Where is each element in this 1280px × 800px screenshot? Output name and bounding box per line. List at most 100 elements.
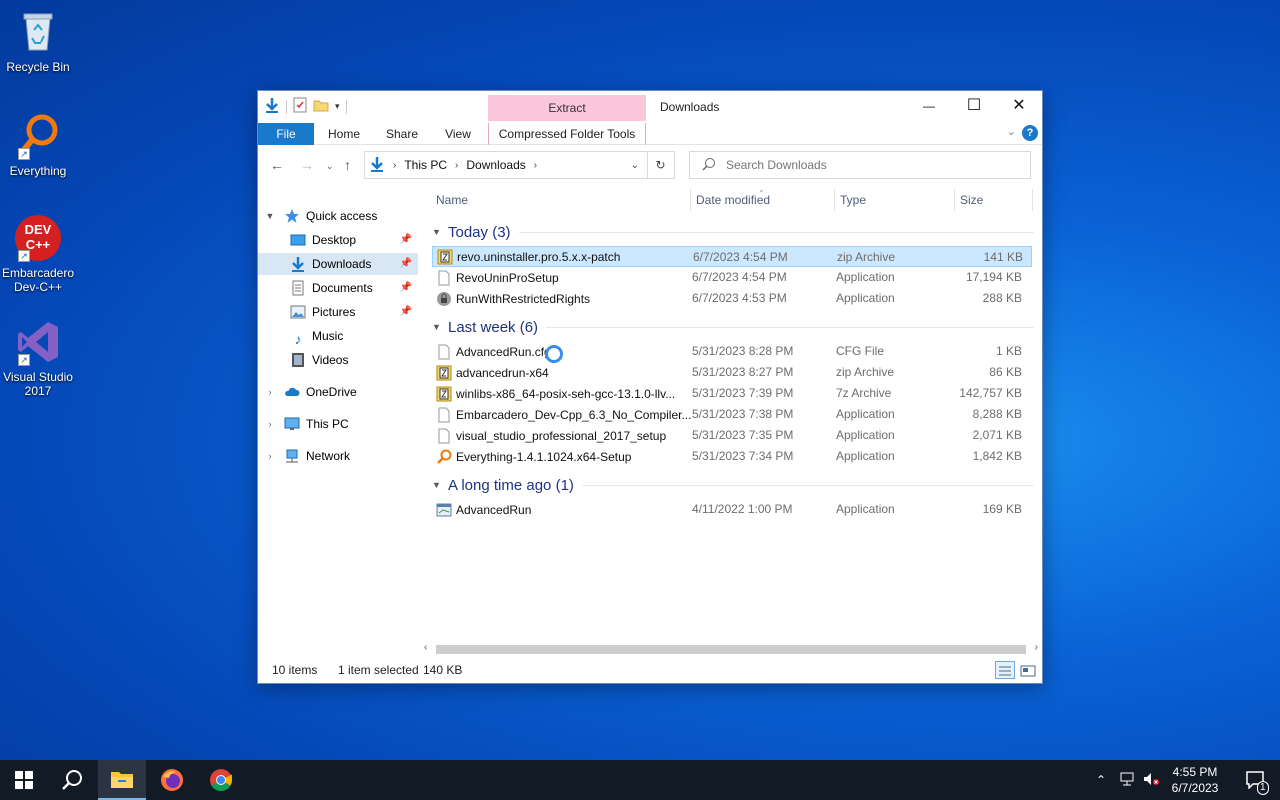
column-header-name[interactable]: Name	[436, 187, 468, 213]
tab-file[interactable]: File	[258, 123, 314, 145]
tab-view[interactable]: View	[438, 123, 478, 145]
large-icons-view-button[interactable]	[1018, 661, 1038, 679]
table-row[interactable]: revo.uninstaller.pro.5.x.x-patch 6/7/202…	[432, 246, 1032, 267]
table-row[interactable]: AdvancedRun.cfg 5/31/2023 8:28 PM CFG Fi…	[432, 341, 1032, 362]
sidebar-item-quick-access[interactable]: ▼ Quick access	[258, 205, 418, 227]
taskbar-clock[interactable]: 4:55 PM 6/7/2023	[1160, 764, 1230, 796]
column-divider[interactable]	[690, 189, 691, 211]
column-header-size[interactable]: Size	[960, 187, 983, 213]
group-header-long-time-ago[interactable]: ▼ A long time ago (1)	[428, 474, 1034, 496]
address-bar[interactable]: › This PC › Downloads › ⌄	[364, 151, 648, 179]
new-folder-icon[interactable]	[313, 97, 329, 116]
sidebar-item-documents[interactable]: Documents 📌	[258, 277, 418, 299]
volume-muted-icon[interactable]	[1142, 771, 1160, 790]
column-header-date[interactable]: Date modified	[696, 187, 770, 213]
pin-icon[interactable]: 📌	[400, 301, 412, 323]
tab-share[interactable]: Share	[380, 123, 424, 145]
scroll-left-icon[interactable]: ‹	[424, 642, 427, 653]
up-arrow-icon[interactable]: ↑	[344, 157, 351, 173]
qat-divider	[345, 99, 347, 114]
pin-icon[interactable]: 📌	[400, 229, 412, 251]
taskbar-chrome[interactable]	[197, 760, 245, 800]
table-row[interactable]: RunWithRestrictedRights 6/7/2023 4:53 PM…	[432, 288, 1032, 309]
group-divider	[518, 231, 1034, 233]
horizontal-scrollbar[interactable]: ‹ ›	[422, 641, 1040, 658]
pin-icon[interactable]: 📌	[400, 277, 412, 299]
group-header-today[interactable]: ▼ Today (3)	[428, 221, 1034, 243]
desktop-icon-label: Embarcadero Dev-C++	[1, 266, 75, 294]
collapse-chevron-icon[interactable]: ▼	[432, 322, 442, 332]
expand-chevron-icon[interactable]: ›	[264, 445, 276, 467]
sidebar-item-network[interactable]: › Network	[258, 445, 418, 467]
desktop-icon-devcpp[interactable]: DEV C++ ↗ Embarcadero Dev-C++	[0, 214, 76, 294]
properties-icon[interactable]	[293, 97, 307, 116]
network-status-icon[interactable]	[1120, 771, 1138, 790]
taskbar-firefox[interactable]	[148, 760, 196, 800]
close-button[interactable]: ✕	[996, 91, 1042, 121]
sidebar-item-onedrive[interactable]: › OneDrive	[258, 381, 418, 403]
table-row[interactable]: RevoUninProSetup 6/7/2023 4:54 PM Applic…	[432, 267, 1032, 288]
expand-chevron-icon[interactable]: ›	[264, 381, 276, 403]
sidebar-item-pictures[interactable]: Pictures 📌	[258, 301, 418, 323]
refresh-button[interactable]: ↻	[647, 151, 675, 179]
search-box[interactable]	[689, 151, 1031, 179]
back-arrow-icon[interactable]: ←	[270, 157, 284, 173]
show-hidden-icons-chevron-icon[interactable]: ⌃	[1096, 773, 1110, 787]
download-arrow-icon[interactable]	[264, 97, 280, 116]
zip-icon	[436, 365, 452, 381]
qat-dropdown-icon[interactable]: ▾	[335, 101, 340, 112]
tab-compressed-folder-tools[interactable]: Compressed Folder Tools	[488, 123, 646, 145]
minimize-button[interactable]: —	[906, 91, 952, 121]
extract-contextual-tab[interactable]: Extract	[488, 95, 646, 121]
details-view-button[interactable]	[995, 661, 1015, 679]
sidebar-item-this-pc[interactable]: › This PC	[258, 413, 418, 435]
search-input[interactable]	[726, 158, 1006, 172]
column-divider[interactable]	[1032, 189, 1033, 211]
action-center-button[interactable]: 1	[1232, 760, 1280, 800]
collapse-chevron-icon[interactable]: ▼	[264, 205, 276, 227]
taskbar-search-button[interactable]	[48, 760, 96, 800]
breadcrumb-chevron-icon[interactable]: ›	[534, 160, 537, 171]
address-dropdown-icon[interactable]: ⌄	[631, 160, 639, 171]
sidebar-item-downloads[interactable]: Downloads 📌	[258, 253, 418, 275]
network-icon	[284, 448, 300, 464]
desktop-icon-everything[interactable]: ↗ Everything	[0, 112, 76, 178]
collapse-chevron-icon[interactable]: ▼	[432, 227, 442, 237]
sidebar-item-desktop[interactable]: Desktop 📌	[258, 229, 418, 251]
file-date: 6/7/2023 4:54 PM	[693, 250, 788, 264]
breadcrumb-chevron-icon[interactable]: ›	[455, 160, 458, 171]
table-row[interactable]: Everything-1.4.1.1024.x64-Setup 5/31/202…	[432, 446, 1032, 467]
table-row[interactable]: Embarcadero_Dev-Cpp_6.3_No_Compiler... 5…	[432, 404, 1032, 425]
column-divider[interactable]	[954, 189, 955, 211]
table-row[interactable]: visual_studio_professional_2017_setup 5/…	[432, 425, 1032, 446]
large-icons-view-icon	[1020, 665, 1036, 677]
taskbar-file-explorer[interactable]	[98, 760, 146, 800]
help-icon[interactable]: ?	[1022, 125, 1038, 141]
table-row[interactable]: advancedrun-x64 5/31/2023 8:27 PM zip Ar…	[432, 362, 1032, 383]
tab-home[interactable]: Home	[322, 123, 366, 145]
collapse-chevron-icon[interactable]: ▼	[432, 480, 442, 490]
expand-chevron-icon[interactable]: ›	[264, 413, 276, 435]
expand-ribbon-icon[interactable]: ⌄	[1007, 125, 1016, 138]
breadcrumb-chevron-icon[interactable]: ›	[393, 160, 396, 171]
column-header-type[interactable]: Type	[840, 187, 866, 213]
desktop-icon-recycle-bin[interactable]: Recycle Bin	[0, 8, 76, 74]
maximize-button[interactable]: ☐	[951, 91, 997, 121]
forward-arrow-icon[interactable]: →	[300, 157, 314, 173]
table-row[interactable]: AdvancedRun 4/11/2022 1:00 PM Applicatio…	[432, 499, 1032, 520]
file-type: Application	[836, 428, 895, 442]
group-header-last-week[interactable]: ▼ Last week (6)	[428, 316, 1034, 338]
scroll-right-icon[interactable]: ›	[1035, 642, 1038, 653]
breadcrumb-downloads[interactable]: Downloads	[466, 158, 525, 172]
table-row[interactable]: winlibs-x86_64-posix-seh-gcc-13.1.0-llv.…	[432, 383, 1032, 404]
column-divider[interactable]	[834, 189, 835, 211]
sidebar-item-music[interactable]: ♪ Music	[258, 325, 418, 347]
navigation-pane: ▼ Quick access Desktop 📌 Downloads 📌 Doc…	[258, 187, 418, 647]
recent-locations-icon[interactable]: ⌄	[326, 161, 334, 172]
sidebar-item-videos[interactable]: Videos	[258, 349, 418, 371]
start-button[interactable]	[0, 760, 48, 800]
breadcrumb-this-pc[interactable]: This PC	[404, 158, 447, 172]
scrollbar-thumb[interactable]	[436, 645, 1026, 654]
pin-icon[interactable]: 📌	[400, 253, 412, 275]
desktop-icon-visual-studio[interactable]: ↗ Visual Studio 2017	[0, 318, 76, 398]
